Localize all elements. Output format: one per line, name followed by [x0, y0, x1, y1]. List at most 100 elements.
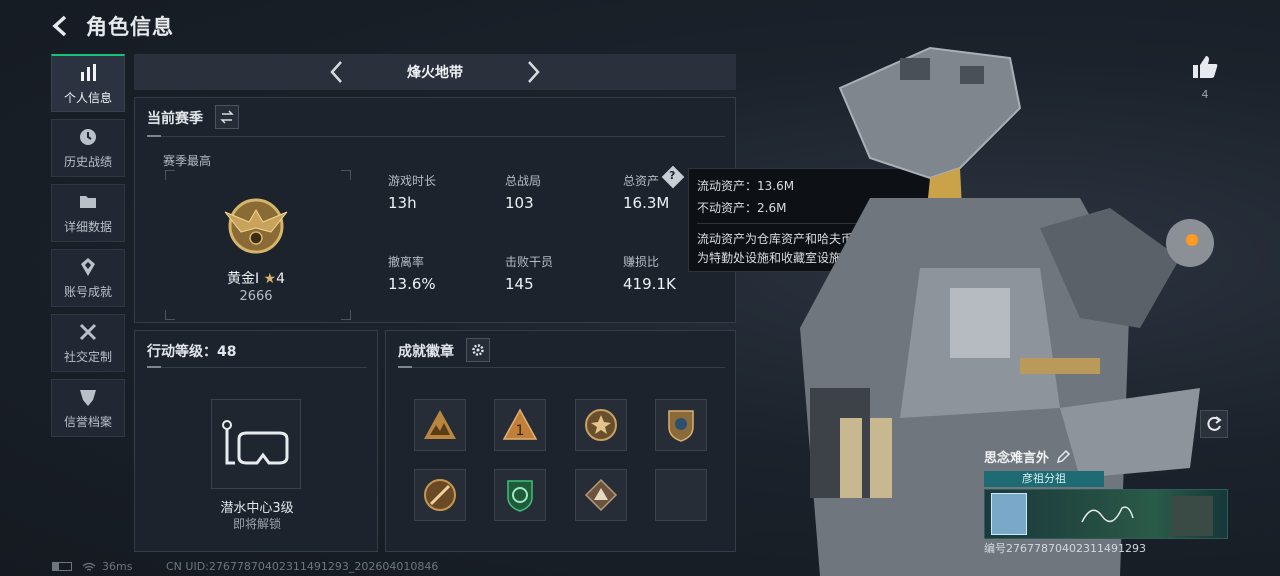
gear-icon [472, 344, 484, 356]
facility-icon-box[interactable] [211, 399, 301, 489]
achievement-badge[interactable] [655, 399, 707, 451]
shield-icon [80, 390, 96, 406]
stat-value-profit-ratio: 419.1K [623, 275, 676, 293]
number-one-badge-icon: 1 [502, 408, 538, 440]
shield-badge-icon [668, 410, 694, 442]
like-area[interactable]: 4 [1190, 54, 1220, 101]
player-name: 思念难言外 [984, 451, 1050, 466]
tools-icon [79, 323, 97, 341]
clock-icon [80, 129, 96, 145]
refresh-button[interactable] [1200, 410, 1228, 438]
sidebar-item-credit[interactable]: 信誉档案 [51, 379, 125, 437]
facility-status: 即将解锁 [232, 517, 281, 531]
player-card-name-row: 思念难言外 [984, 447, 1071, 466]
sidebar-item-label: 信誉档案 [63, 415, 112, 429]
sidebar-item-achievements[interactable]: 账号成就 [51, 249, 125, 307]
achievement-badge[interactable]: 1 [494, 399, 546, 451]
edit-pencil-icon[interactable] [1055, 449, 1071, 465]
no-entry-badge-icon [424, 479, 456, 511]
achievement-badge-empty[interactable] [655, 469, 707, 521]
player-card-banner[interactable] [984, 489, 1228, 539]
season-name: 烽火地带 [407, 65, 463, 81]
sidebar-item-personal-info[interactable]: 个人信息 [51, 54, 125, 112]
star-medal-badge-icon [585, 409, 617, 441]
gold-rank-emblem-icon [224, 198, 288, 254]
page-title: 角色信息 [86, 15, 174, 39]
wifi-icon [82, 562, 96, 571]
stat-value-kills: 145 [505, 275, 534, 293]
stat-value-playtime: 13h [388, 194, 417, 212]
swap-icon [220, 110, 234, 124]
rank-row: 黄金Ⅰ ★4 [135, 268, 377, 288]
current-season-title: 当前赛季 [147, 111, 203, 127]
svg-text:1: 1 [516, 423, 525, 439]
header: 角色信息 [50, 10, 174, 42]
divider [147, 367, 367, 368]
stat-value-total-assets: 16.3M [623, 194, 670, 212]
facility-name: 潜水中心3级 [220, 501, 294, 516]
divider-tick [398, 366, 412, 368]
switch-season-button[interactable] [215, 105, 239, 129]
action-level-panel: 行动等级：48 潜水中心3级 即将解锁 [134, 330, 378, 552]
thumbs-up-icon[interactable] [1191, 54, 1219, 80]
avatar [991, 493, 1027, 535]
bar-chart-icon [81, 63, 96, 81]
next-season-arrow-icon[interactable] [520, 59, 546, 85]
ping-text: 36ms [102, 560, 133, 573]
stat-label-kills: 击败干员 [505, 255, 554, 269]
achievement-badge[interactable] [414, 399, 466, 451]
sidebar-item-label: 社交定制 [63, 350, 112, 364]
stat-value-extraction-rate: 13.6% [388, 275, 436, 293]
sidebar-item-history[interactable]: 历史战绩 [51, 119, 125, 177]
uid-text: CN UID:2767787040231149129​3_20260401084… [166, 560, 439, 573]
achievement-badge[interactable] [575, 469, 627, 521]
rank-score: 2666 [239, 289, 273, 304]
sidebar-item-label: 历史战绩 [63, 155, 112, 169]
star-icon: ★ [263, 271, 277, 287]
rank-name: 黄金Ⅰ [226, 271, 260, 287]
stat-label-total-matches: 总战局 [505, 174, 542, 188]
sidebar-item-detail-data[interactable]: 详细数据 [51, 184, 125, 242]
divider-tick [147, 135, 161, 137]
rank-stars: 4 [276, 271, 286, 287]
current-season-panel: 当前赛季 赛季最高 黄金Ⅰ ★4 2666 游戏时长 13h 总战局 103 总… [134, 97, 736, 323]
achievement-badge[interactable] [575, 399, 627, 451]
divider [147, 136, 725, 137]
player-team: 彦祖分祖 [984, 471, 1104, 487]
achievements-title: 成就徽章 [398, 344, 454, 360]
sidebar-item-label: 详细数据 [63, 220, 112, 234]
sidebar: 个人信息 历史战绩 详细数据 账号成就 社交定制 信誉档案 [51, 54, 125, 444]
season-highest-label: 赛季最高 [163, 154, 212, 168]
prev-season-arrow-icon[interactable] [324, 59, 350, 85]
folder-icon [80, 196, 96, 208]
sidebar-item-label: 个人信息 [63, 90, 112, 105]
divider [398, 367, 725, 368]
refresh-icon [1207, 416, 1222, 431]
mountain-badge-icon [424, 410, 456, 439]
sidebar-item-social[interactable]: 社交定制 [51, 314, 125, 372]
help-icon-glyph: ? [669, 169, 676, 182]
signature-graphic [1081, 506, 1134, 523]
stat-label-extraction-rate: 撤离率 [388, 255, 425, 269]
sidebar-item-label: 账号成就 [63, 285, 112, 299]
battery-icon [52, 562, 72, 571]
status-bar: 36ms [52, 560, 132, 573]
player-card-id: 编号2767787040231149129​3 [984, 542, 1146, 555]
divider-tick [147, 366, 161, 368]
season-selector: 烽火地带 [134, 54, 736, 90]
card-figure [1171, 496, 1213, 536]
stat-label-profit-ratio: 赚损比 [623, 255, 660, 269]
back-arrow-icon[interactable] [50, 14, 74, 38]
diving-mask-icon [222, 420, 289, 465]
like-count: 4 [1201, 88, 1209, 101]
stat-label-playtime: 游戏时长 [388, 174, 437, 188]
achievements-panel: 成就徽章 1 [385, 330, 736, 552]
achievement-badge[interactable] [414, 469, 466, 521]
action-level-title: 行动等级：48 [147, 344, 237, 360]
stat-label-total-assets: 总资产 [623, 174, 660, 188]
achievement-icon [81, 258, 95, 276]
triangle-badge-icon [584, 478, 618, 512]
green-emblem-badge-icon [507, 480, 533, 512]
achievement-badge[interactable] [494, 469, 546, 521]
achievements-settings-button[interactable] [466, 338, 490, 362]
